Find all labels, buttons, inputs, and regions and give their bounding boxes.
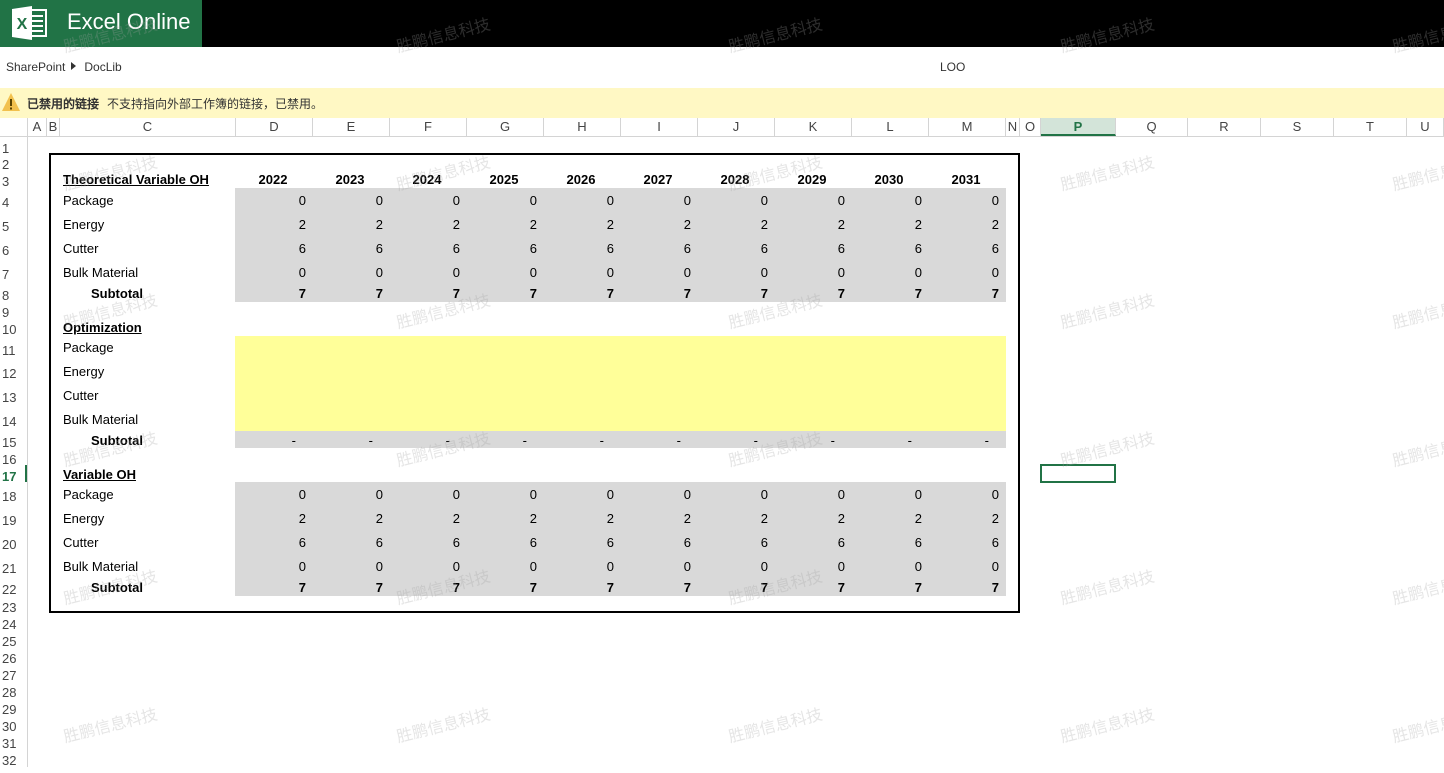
- app-title: Excel Online: [67, 9, 191, 34]
- row-header-6[interactable]: 6: [0, 236, 27, 260]
- row-header-30[interactable]: 30: [0, 715, 27, 734]
- message-title: 已禁用的链接: [27, 97, 100, 111]
- selected-cell[interactable]: [1040, 464, 1116, 483]
- column-header-j[interactable]: J: [698, 118, 775, 136]
- watermark-text: 胜鹏信息科技: [1390, 568, 1444, 609]
- row-header-12[interactable]: 12: [0, 359, 27, 383]
- row-header-3[interactable]: 3: [0, 170, 27, 189]
- svg-text:X: X: [17, 16, 28, 33]
- column-header-k[interactable]: K: [775, 118, 852, 136]
- row-header-22[interactable]: 22: [0, 578, 27, 597]
- row-header-1[interactable]: 1: [0, 137, 27, 156]
- row-header-7[interactable]: 7: [0, 260, 27, 284]
- column-header-s[interactable]: S: [1261, 118, 1334, 136]
- column-header-h[interactable]: H: [544, 118, 621, 136]
- row-header-28[interactable]: 28: [0, 681, 27, 700]
- row-header-17[interactable]: 17: [0, 465, 27, 484]
- row-header-15[interactable]: 15: [0, 431, 27, 450]
- chevron-right-icon: [71, 62, 77, 70]
- column-header-t[interactable]: T: [1334, 118, 1407, 136]
- row-header-10[interactable]: 10: [0, 317, 27, 337]
- row-header-16[interactable]: 16: [0, 448, 27, 467]
- column-headers: ABCDEFGHIJKLMNOPQRSTU: [0, 118, 1444, 137]
- column-header-o[interactable]: O: [1020, 118, 1041, 136]
- row-header-27[interactable]: 27: [0, 664, 27, 683]
- row-header-21[interactable]: 21: [0, 554, 27, 578]
- column-header-a[interactable]: A: [28, 118, 47, 136]
- row-header-31[interactable]: 31: [0, 732, 27, 751]
- row-header-14[interactable]: 14: [0, 407, 27, 431]
- column-header-n[interactable]: N: [1006, 118, 1020, 136]
- row-header-20[interactable]: 20: [0, 530, 27, 554]
- row-header-9[interactable]: 9: [0, 302, 27, 320]
- row-header-2[interactable]: 2: [0, 154, 27, 172]
- column-header-q[interactable]: Q: [1116, 118, 1188, 136]
- row-headers: 1 2 3 4 5 6 7 8 9 10 11 12 13 14 15 16 17 18 19 20 21 22 23 24 2…: [0, 137, 28, 768]
- column-header-f[interactable]: F: [390, 118, 467, 136]
- row-header-32[interactable]: 32: [0, 749, 27, 768]
- excel-logo-icon: X: [12, 6, 47, 40]
- column-header-m[interactable]: M: [929, 118, 1006, 136]
- watermark-text: 胜鹏信息科技: [1390, 430, 1444, 471]
- breadcrumb-item-doclib[interactable]: DocLib: [84, 60, 121, 74]
- row-header-11[interactable]: 11: [0, 336, 27, 359]
- table-border: [49, 153, 1020, 613]
- breadcrumb: SharePoint DocLib: [6, 60, 122, 74]
- message-bar: 已禁用的链接 不支持指向外部工作簿的链接，已禁用。: [0, 88, 1444, 119]
- row-header-24[interactable]: 24: [0, 613, 27, 632]
- watermark-text: 胜鹏信息科技: [726, 706, 825, 747]
- column-header-d[interactable]: D: [236, 118, 313, 136]
- app-header: X Excel Online: [0, 0, 1444, 47]
- watermark-text: 胜鹏信息科技: [1390, 154, 1444, 195]
- select-all-corner[interactable]: [0, 118, 28, 136]
- row-header-4[interactable]: 4: [0, 188, 27, 211]
- column-header-e[interactable]: E: [313, 118, 390, 136]
- column-header-r[interactable]: R: [1188, 118, 1261, 136]
- app-brand[interactable]: X Excel Online: [0, 0, 202, 47]
- row-header-29[interactable]: 29: [0, 698, 27, 717]
- watermark-text: 胜鹏信息科技: [1058, 706, 1157, 747]
- column-header-b[interactable]: B: [47, 118, 60, 136]
- column-header-c[interactable]: C: [60, 118, 236, 136]
- row-header-5[interactable]: 5: [0, 211, 27, 236]
- column-header-l[interactable]: L: [852, 118, 929, 136]
- watermark-text: 胜鹏信息科技: [1058, 568, 1157, 609]
- row-header-8[interactable]: 8: [0, 284, 27, 303]
- watermark-text: 胜鹏信息科技: [394, 706, 493, 747]
- column-header-i[interactable]: I: [621, 118, 698, 136]
- row-header-13[interactable]: 13: [0, 383, 27, 407]
- row-header-18[interactable]: 18: [0, 482, 27, 506]
- watermark-text: 胜鹏信息科技: [61, 706, 160, 747]
- document-title: LOO: [940, 60, 966, 74]
- row-header-25[interactable]: 25: [0, 630, 27, 649]
- column-header-u[interactable]: U: [1407, 118, 1444, 136]
- warning-icon: [2, 93, 20, 111]
- watermark-text: 胜鹏信息科技: [1390, 706, 1444, 747]
- watermark-text: 胜鹏信息科技: [1390, 292, 1444, 333]
- column-header-p[interactable]: P: [1041, 118, 1116, 136]
- row-header-19[interactable]: 19: [0, 506, 27, 530]
- message-text: 不支持指向外部工作簿的链接，已禁用。: [107, 97, 324, 111]
- breadcrumb-bar: SharePoint DocLib LOO: [0, 47, 1444, 88]
- watermark-text: 胜鹏信息科技: [1058, 154, 1157, 195]
- column-header-g[interactable]: G: [467, 118, 544, 136]
- breadcrumb-item-sharepoint[interactable]: SharePoint: [6, 60, 65, 74]
- row-header-26[interactable]: 26: [0, 647, 27, 666]
- watermark-text: 胜鹏信息科技: [1058, 292, 1157, 333]
- row-header-23[interactable]: 23: [0, 596, 27, 615]
